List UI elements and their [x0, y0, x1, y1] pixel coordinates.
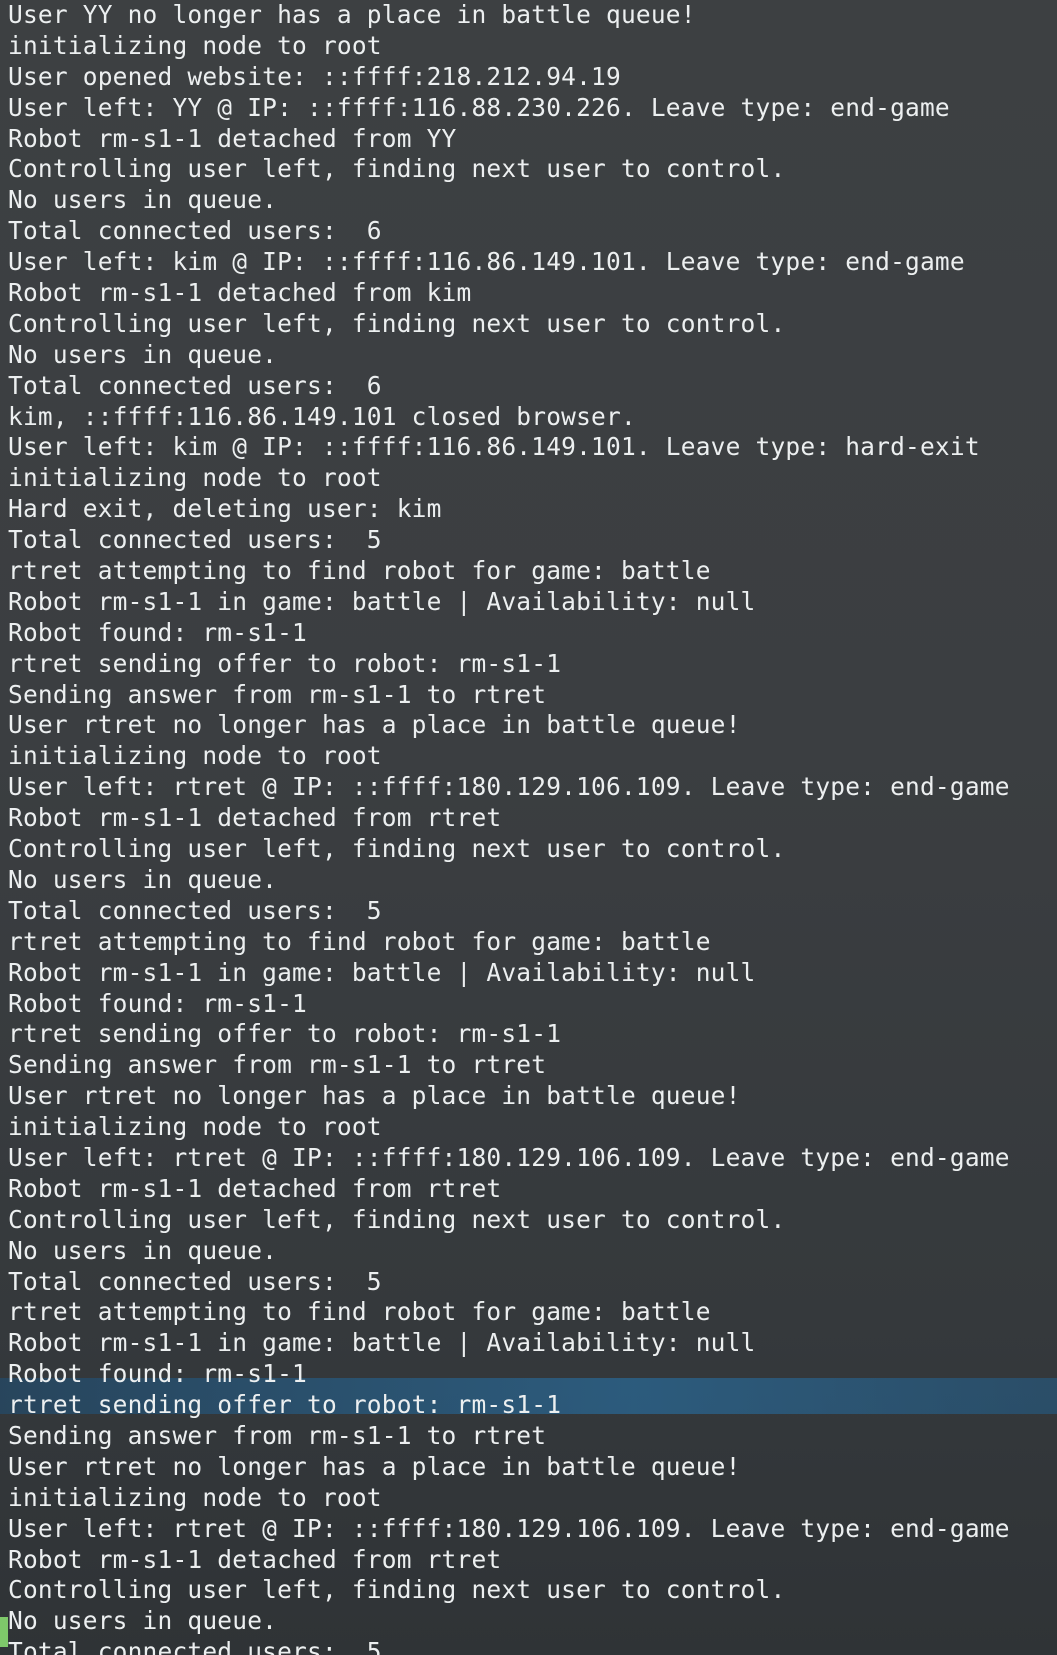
log-line: Sending answer from rm-s1-1 to rtret [8, 1050, 547, 1080]
log-line: User left: rtret @ IP: ::ffff:180.129.10… [8, 1142, 1010, 1172]
log-line: initializing node to root [8, 463, 382, 493]
log-line: User left: kim @ IP: ::ffff:116.86.149.1… [8, 432, 980, 462]
log-line: rtret attempting to find robot for game:… [8, 1297, 711, 1327]
log-line: User rtret no longer has a place in batt… [8, 710, 741, 740]
log-line: User left: YY @ IP: ::ffff:116.88.230.22… [8, 92, 950, 122]
terminal-cursor [0, 1617, 8, 1647]
log-line: User left: kim @ IP: ::ffff:116.86.149.1… [8, 247, 965, 277]
log-line: Robot rm-s1-1 detached from rtret [8, 1544, 502, 1574]
log-line: No users in queue. [8, 185, 278, 215]
log-line: rtret sending offer to robot: rm-s1-1 [8, 648, 562, 678]
log-line: Controlling user left, finding next user… [8, 1575, 786, 1605]
log-line: rtret attempting to find robot for game:… [8, 926, 711, 956]
terminal-log: User YY no longer has a place in battle … [8, 0, 1057, 1655]
log-line: User left: rtret @ IP: ::ffff:180.129.10… [8, 772, 1010, 802]
log-line: Robot rm-s1-1 detached from rtret [8, 803, 502, 833]
log-line: Total connected users: 5 [8, 1637, 382, 1655]
log-line: Total connected users: 6 [8, 216, 382, 246]
log-line: kim, ::ffff:116.86.149.101 closed browse… [8, 401, 636, 431]
log-line: rtret attempting to find robot for game:… [8, 556, 711, 586]
log-line: Robot rm-s1-1 detached from YY [8, 123, 457, 153]
log-line: Controlling user left, finding next user… [8, 834, 786, 864]
log-line: Controlling user left, finding next user… [8, 308, 786, 338]
log-line: Robot rm-s1-1 detached from kim [8, 278, 472, 308]
log-line: initializing node to root [8, 30, 382, 60]
log-line: Controlling user left, finding next user… [8, 1204, 786, 1234]
log-line: Robot found: rm-s1-1 [8, 1359, 308, 1389]
log-line: Robot found: rm-s1-1 [8, 988, 308, 1018]
log-line: initializing node to root [8, 741, 382, 771]
log-line: No users in queue. [8, 864, 278, 894]
log-line: Robot rm-s1-1 in game: battle | Availabi… [8, 586, 756, 616]
log-line: Robot rm-s1-1 in game: battle | Availabi… [8, 957, 756, 987]
log-line: initializing node to root [8, 1482, 382, 1512]
log-line: User rtret no longer has a place in batt… [8, 1081, 741, 1111]
log-line: Controlling user left, finding next user… [8, 154, 786, 184]
terminal-window[interactable]: User YY no longer has a place in battle … [0, 0, 1057, 1655]
log-line: Sending answer from rm-s1-1 to rtret [8, 679, 547, 709]
log-line: No users in queue. [8, 339, 278, 369]
log-line: initializing node to root [8, 1112, 382, 1142]
log-line: User rtret no longer has a place in batt… [8, 1451, 741, 1481]
log-line: rtret sending offer to robot: rm-s1-1 [8, 1019, 562, 1049]
log-line: Total connected users: 5 [8, 895, 382, 925]
log-line: User YY no longer has a place in battle … [8, 0, 696, 29]
log-line: No users in queue. [8, 1606, 278, 1636]
log-line: Total connected users: 6 [8, 370, 382, 400]
log-line: Robot rm-s1-1 in game: battle | Availabi… [8, 1328, 756, 1358]
log-line: User opened website: ::ffff:218.212.94.1… [8, 61, 621, 91]
log-line: Robot rm-s1-1 detached from rtret [8, 1173, 502, 1203]
log-line: Hard exit, deleting user: kim [8, 494, 442, 524]
log-line: Sending answer from rm-s1-1 to rtret [8, 1420, 547, 1450]
log-line: rtret sending offer to robot: rm-s1-1 [8, 1390, 562, 1420]
log-line: Total connected users: 5 [8, 1266, 382, 1296]
log-line: User left: rtret @ IP: ::ffff:180.129.10… [8, 1513, 1010, 1543]
log-line: No users in queue. [8, 1235, 278, 1265]
log-line: Total connected users: 5 [8, 525, 382, 555]
log-line: Robot found: rm-s1-1 [8, 617, 308, 647]
